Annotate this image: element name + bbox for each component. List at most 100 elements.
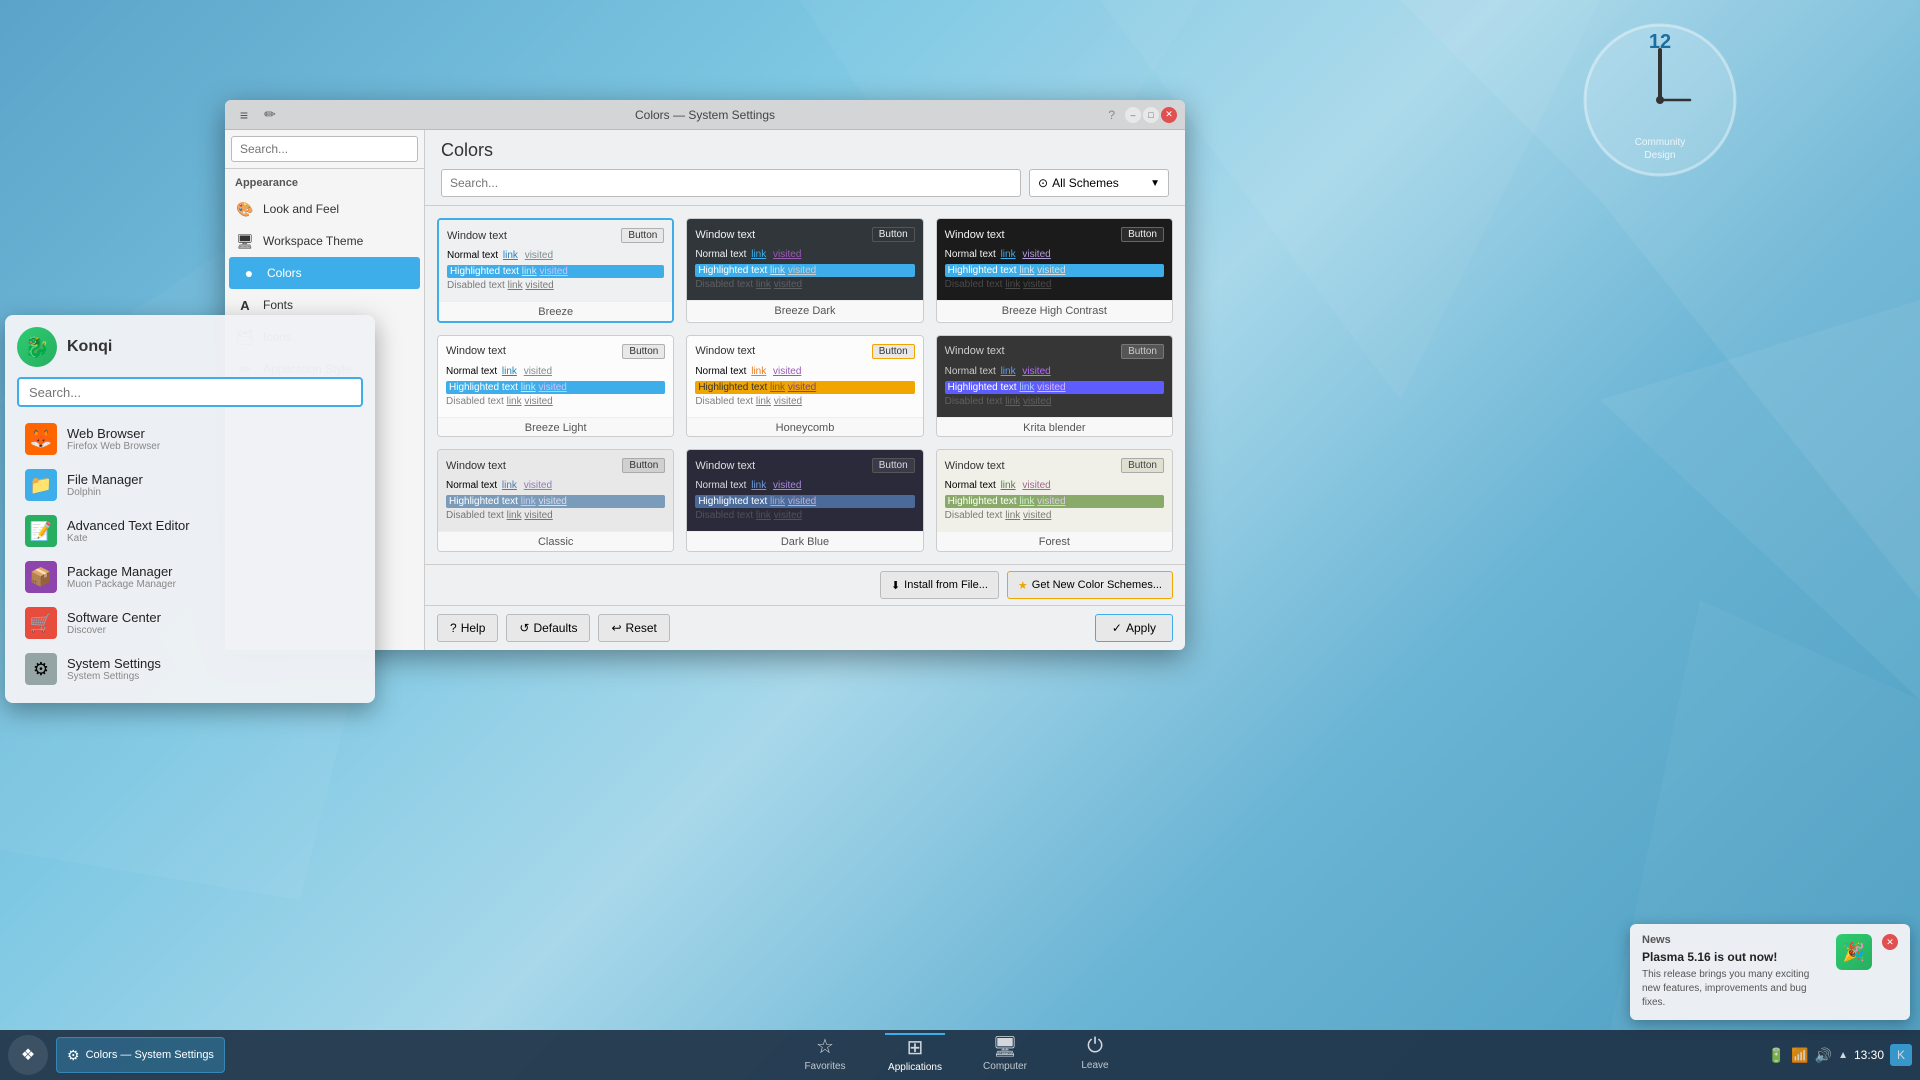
scheme-card-dark-blue[interactable]: Window text Button Normal text link visi…: [686, 449, 923, 552]
window-minimize-btn[interactable]: –: [1125, 107, 1141, 123]
scheme-search-input[interactable]: [441, 169, 1021, 197]
krita-button: Button: [1121, 344, 1164, 359]
app-item-system-settings[interactable]: ⚙ System Settings System Settings: [17, 647, 363, 691]
window-close-btn[interactable]: ✕: [1161, 107, 1177, 123]
taskbar-nav-favorites[interactable]: ☆ Favorites: [795, 1034, 855, 1076]
help-icon-btn[interactable]: ?: [1108, 108, 1115, 122]
window-maximize-btn[interactable]: □: [1143, 107, 1159, 123]
scheme-filter-icon: ⊙: [1038, 176, 1048, 190]
defaults-label: Defaults: [533, 621, 577, 635]
applications-icon: ⊞: [907, 1035, 924, 1060]
sidebar-item-colors[interactable]: ● Colors: [229, 257, 420, 289]
darkblue-disabled-row: Disabled text link visited: [695, 510, 914, 521]
breeze-dark-button: Button: [872, 227, 915, 242]
system-settings-name: System Settings: [67, 656, 161, 671]
krita-disabled-row: Disabled text link visited: [945, 396, 1164, 407]
app-item-web-browser[interactable]: 🦊 Web Browser Firefox Web Browser: [17, 417, 363, 461]
breeze-highlighted-row: Highlighted text link visited: [447, 265, 664, 278]
reset-btn[interactable]: ↩ Reset: [598, 614, 669, 642]
taskbar-launcher-btn[interactable]: ❖: [8, 1035, 48, 1075]
konqi-header: 🐉 Konqi: [17, 327, 363, 367]
install-from-file-btn[interactable]: ⬇ Install from File...: [880, 571, 999, 599]
plasma-logo: K: [1890, 1044, 1912, 1066]
notification-close-btn[interactable]: ✕: [1882, 934, 1898, 950]
battery-icon: 🔋: [1768, 1047, 1785, 1064]
leave-label: Leave: [1081, 1060, 1108, 1071]
clock-widget: 12 Community Design: [1560, 20, 1760, 220]
help-label: Help: [461, 621, 486, 635]
get-new-schemes-btn[interactable]: ★ Get New Color Schemes...: [1007, 571, 1173, 599]
breeze-dark-name: Breeze Dark: [687, 300, 922, 321]
menu-icon-btn[interactable]: ≡: [233, 104, 255, 126]
breeze-light-disabled-row: Disabled text link visited: [446, 396, 665, 407]
reset-label: Reset: [626, 621, 657, 635]
edit-icon-btn[interactable]: ✏: [259, 104, 281, 126]
sidebar-search-input[interactable]: [231, 136, 418, 162]
toast-title: News: [1642, 934, 1826, 946]
taskbar-nav-leave[interactable]: ⏻ Leave: [1065, 1035, 1125, 1075]
darkblue-highlighted-row: Highlighted text link visited: [695, 495, 914, 508]
sidebar-section-label: Appearance: [225, 169, 424, 193]
app-item-file-manager[interactable]: 📁 File Manager Dolphin: [17, 463, 363, 507]
sidebar-item-workspace-theme[interactable]: 🖥 Workspace Theme: [225, 225, 424, 257]
classic-window-text: Window text: [446, 460, 506, 472]
forest-highlighted-row: Highlighted text link visited: [945, 495, 1164, 508]
web-browser-info: Web Browser Firefox Web Browser: [67, 426, 160, 452]
app-item-software-center[interactable]: 🛒 Software Center Discover: [17, 601, 363, 645]
workspace-theme-label: Workspace Theme: [263, 234, 363, 248]
scheme-card-breeze-light[interactable]: Window text Button Normal text link visi…: [437, 335, 674, 438]
computer-icon: 🖥: [992, 1034, 1017, 1059]
krita-name: Krita blender: [937, 417, 1172, 438]
darkblue-name: Dark Blue: [687, 531, 922, 552]
defaults-btn[interactable]: ↺ Defaults: [506, 614, 590, 642]
app-list: 🦊 Web Browser Firefox Web Browser 📁 File…: [17, 417, 363, 691]
honeycomb-window-text: Window text: [695, 345, 755, 357]
window-titlebar: ≡ ✏ Colors — System Settings ? – □ ✕: [225, 100, 1185, 130]
forest-normal-row: Normal text link visited: [945, 479, 1164, 493]
taskbar-active-window-btn[interactable]: ⚙ Colors — System Settings: [56, 1037, 225, 1073]
help-btn[interactable]: ? Help: [437, 614, 498, 642]
sidebar-item-look-feel[interactable]: 🎨 Look and Feel: [225, 193, 424, 225]
forest-name: Forest: [937, 531, 1172, 552]
toast-body: This release brings you many exciting ne…: [1642, 968, 1826, 1010]
toast-headline: Plasma 5.16 is out now!: [1642, 950, 1826, 964]
content-footer: ? Help ↺ Defaults ↩ Reset ✓ Appl: [425, 605, 1185, 650]
scheme-card-classic[interactable]: Window text Button Normal text link visi…: [437, 449, 674, 552]
apply-btn[interactable]: ✓ Apply: [1095, 614, 1173, 642]
text-editor-icon: 📝: [25, 515, 57, 547]
darkblue-button: Button: [872, 458, 915, 473]
network-icon: 📶: [1791, 1047, 1808, 1064]
star-icon: ★: [1018, 579, 1028, 592]
scheme-card-honeycomb[interactable]: Window text Button Normal text link visi…: [686, 335, 923, 438]
scheme-card-breeze[interactable]: Window text Button Normal text link visi…: [437, 218, 674, 323]
forest-button: Button: [1121, 458, 1164, 473]
scheme-card-krita[interactable]: Window text Button Normal text link visi…: [936, 335, 1173, 438]
breeze-dark-normal-row: Normal text link visited: [695, 248, 914, 262]
scheme-card-breeze-dark[interactable]: Window text Button Normal text link visi…: [686, 218, 923, 323]
breeze-name: Breeze: [439, 301, 672, 322]
content-toolbar: ⊙ All Schemes ▼: [441, 169, 1169, 197]
tray-expand-icon[interactable]: ▲: [1838, 1050, 1848, 1061]
breeze-light-normal-row: Normal text link visited: [446, 365, 665, 379]
taskbar-nav-computer[interactable]: 🖥 Computer: [975, 1034, 1035, 1076]
app-item-package-manager[interactable]: 📦 Package Manager Muon Package Manager: [17, 555, 363, 599]
breeze-dark-window-text: Window text: [695, 229, 755, 241]
taskbar-nav-area: ☆ Favorites ⊞ Applications 🖥 Computer ⏻ …: [795, 1030, 1125, 1080]
krita-normal-row: Normal text link visited: [945, 365, 1164, 379]
konqi-search-input[interactable]: [17, 377, 363, 407]
system-settings-icon: ⚙: [25, 653, 57, 685]
forest-disabled-row: Disabled text link visited: [945, 510, 1164, 521]
breeze-window-text: Window text: [447, 230, 507, 242]
taskbar: ❖ ⚙ Colors — System Settings ☆ Favorites…: [0, 1030, 1920, 1080]
app-item-text-editor[interactable]: 📝 Advanced Text Editor Kate: [17, 509, 363, 553]
scheme-dropdown[interactable]: ⊙ All Schemes ▼: [1029, 169, 1169, 197]
konqi-name: Konqi: [67, 338, 112, 356]
scheme-card-breeze-hc[interactable]: Window text Button Normal text link visi…: [936, 218, 1173, 323]
breeze-hc-button: Button: [1121, 227, 1164, 242]
reset-icon: ↩: [611, 621, 621, 635]
breeze-hc-window-text: Window text: [945, 229, 1005, 241]
install-label: Install from File...: [904, 579, 988, 591]
honeycomb-highlighted-row: Highlighted text link visited: [695, 381, 914, 394]
taskbar-nav-applications[interactable]: ⊞ Applications: [885, 1033, 945, 1077]
scheme-card-forest[interactable]: Window text Button Normal text link visi…: [936, 449, 1173, 552]
